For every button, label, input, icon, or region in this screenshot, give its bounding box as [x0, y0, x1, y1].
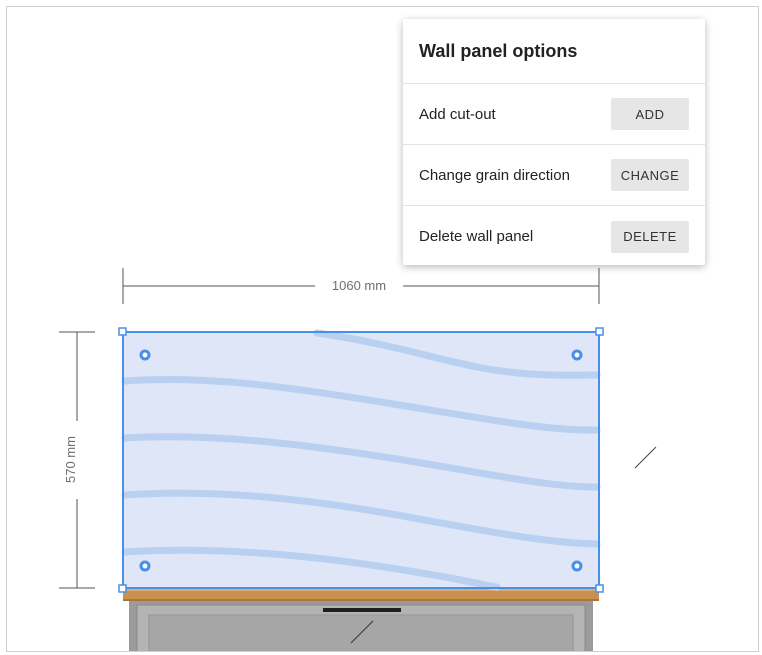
- width-dimension-label: 1060 mm: [315, 275, 403, 297]
- fixing-hole-bottom-left: [139, 560, 151, 572]
- add-cut-out-label: Add cut-out: [419, 105, 496, 123]
- add-cut-out-row: Add cut-out ADD: [403, 84, 705, 145]
- cabinet-handle: [323, 608, 401, 612]
- change-button[interactable]: CHANGE: [611, 159, 689, 191]
- fixing-hole-top-left: [139, 349, 151, 361]
- change-grain-direction-label: Change grain direction: [419, 166, 570, 184]
- delete-button[interactable]: DELETE: [611, 220, 689, 253]
- change-grain-direction-row: Change grain direction CHANGE: [403, 145, 705, 206]
- add-button[interactable]: ADD: [611, 98, 689, 130]
- height-dimension-label: 570 mm: [60, 421, 82, 499]
- wall-panel[interactable]: [118, 327, 604, 593]
- fixing-hole-bottom-right: [571, 560, 583, 572]
- popup-title: Wall panel options: [403, 19, 705, 84]
- wall-marker: [634, 446, 657, 469]
- base-cabinet[interactable]: [129, 599, 593, 651]
- wall-panel-options-popup: Wall panel options Add cut-out ADD Chang…: [403, 19, 705, 265]
- fixing-hole-top-right: [571, 349, 583, 361]
- design-canvas[interactable]: 1060 mm 570 mm Wall panel options Add cu…: [6, 6, 759, 652]
- delete-wall-panel-row: Delete wall panel DELETE: [403, 206, 705, 267]
- worktop[interactable]: [123, 588, 599, 601]
- delete-wall-panel-label: Delete wall panel: [419, 228, 534, 245]
